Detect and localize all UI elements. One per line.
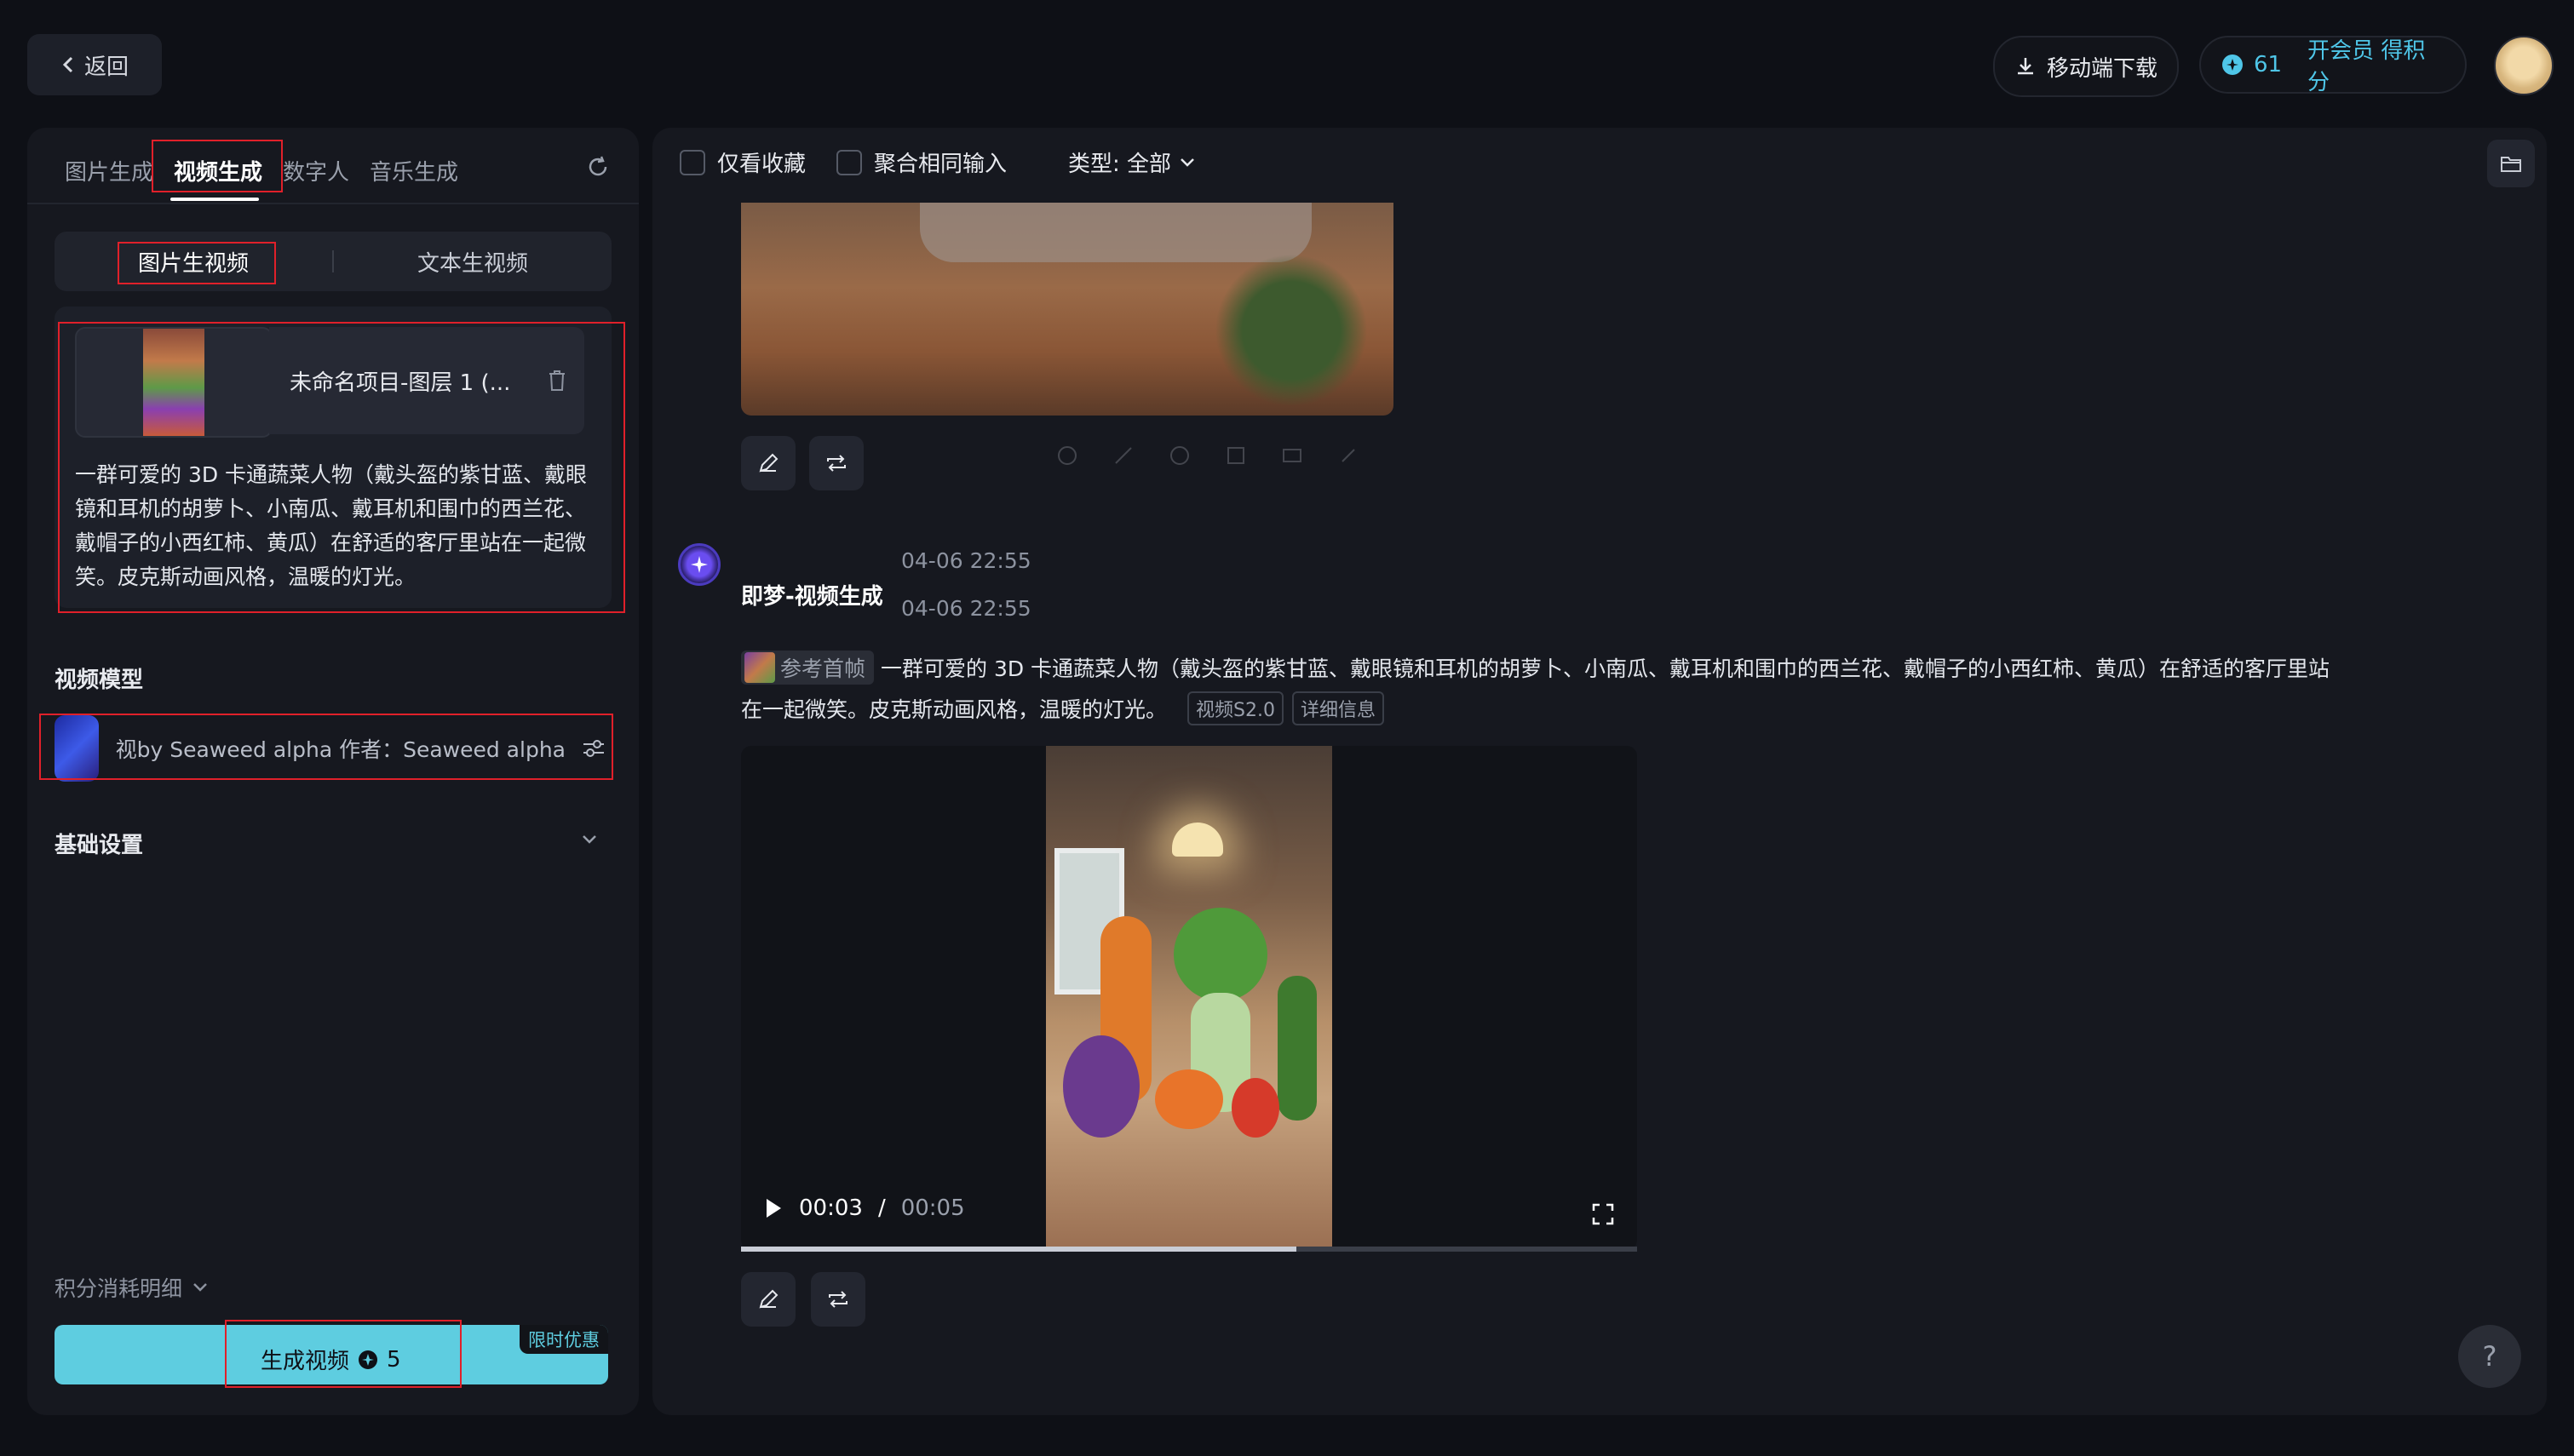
settings-sliders-icon[interactable] bbox=[581, 736, 606, 761]
chevron-down-icon bbox=[191, 1278, 210, 1297]
reference-thumbnail bbox=[143, 329, 204, 436]
credit-count: 61 bbox=[2254, 52, 2283, 77]
reference-frame-chip[interactable]: 参考首帧 bbox=[741, 651, 875, 685]
active-tab-indicator bbox=[170, 198, 259, 201]
credit-detail-label: 积分消耗明细 bbox=[55, 1276, 183, 1301]
faint-tool-icon bbox=[1169, 444, 1191, 467]
credit-coin-icon bbox=[2221, 54, 2244, 76]
tabs-divider bbox=[27, 203, 639, 204]
message-prompt-line-1: 一群可爱的 3D 卡通蔬菜人物（戴头盔的紫甘蓝、戴眼镜和耳机的胡萝卜、小南瓜、戴… bbox=[881, 656, 2330, 681]
cabbage-character bbox=[1063, 1035, 1140, 1138]
tab-video-generation[interactable]: 视频生成 bbox=[164, 146, 273, 194]
trash-icon[interactable] bbox=[547, 369, 567, 393]
plant-graphic bbox=[1215, 254, 1368, 407]
model-selector[interactable]: 视by Seaweed alpha 作者：Seaweed alpha bbox=[49, 712, 606, 785]
pumpkin-character bbox=[1155, 1069, 1223, 1129]
generate-cost: 5 bbox=[387, 1346, 401, 1373]
faint-toolbar bbox=[1056, 444, 1359, 467]
message-prompt-row-2: 在一起微笑。皮克斯动画风格，温暖的灯光。 视频S2.0 详细信息 bbox=[741, 691, 1384, 725]
refresh-icon[interactable] bbox=[581, 150, 615, 184]
tab-digital-human[interactable]: 数字人 bbox=[273, 146, 359, 194]
rug-graphic bbox=[920, 203, 1312, 262]
folder-icon[interactable] bbox=[2487, 140, 2535, 187]
generate-label: 生成视频 bbox=[261, 1349, 350, 1374]
video-model-title: 视频模型 bbox=[55, 668, 144, 693]
tab-music-generation[interactable]: 音乐生成 bbox=[359, 146, 468, 194]
duration: 00:05 bbox=[900, 1195, 965, 1221]
filter-merge-input[interactable]: 聚合相同输入 bbox=[836, 146, 1007, 178]
current-time: 00:03 bbox=[799, 1195, 863, 1221]
bot-avatar-icon bbox=[678, 543, 721, 586]
previous-result-image[interactable] bbox=[741, 203, 1393, 416]
merge-checkbox[interactable] bbox=[836, 149, 862, 175]
video-frame bbox=[1046, 746, 1332, 1250]
vip-link[interactable]: 开会员 得积分 bbox=[2307, 33, 2445, 96]
broccoli-character bbox=[1174, 908, 1267, 1001]
model-thumbnail bbox=[55, 715, 99, 782]
segment-text-to-video[interactable]: 文本生视频 bbox=[334, 232, 612, 291]
image-name: 未命名项目-图层 1 (... bbox=[290, 370, 511, 396]
faint-tool-icon bbox=[1056, 444, 1078, 467]
help-button[interactable]: ? bbox=[2458, 1325, 2521, 1388]
merge-label: 聚合相同输入 bbox=[874, 152, 1008, 177]
favorites-checkbox[interactable] bbox=[680, 149, 705, 175]
avatar[interactable] bbox=[2494, 36, 2554, 95]
back-label: 返回 bbox=[83, 54, 129, 80]
play-icon[interactable] bbox=[763, 1196, 784, 1220]
credit-coin-icon bbox=[358, 1350, 378, 1370]
chevron-down-icon bbox=[1178, 153, 1197, 172]
details-tag[interactable]: 详细信息 bbox=[1291, 691, 1384, 725]
filter-favorites[interactable]: 仅看收藏 bbox=[680, 146, 806, 178]
repeat-icon bbox=[825, 1287, 851, 1311]
segment-image-to-video[interactable]: 图片生视频 bbox=[55, 232, 332, 291]
basic-settings-title[interactable]: 基础设置 bbox=[55, 828, 143, 859]
edit-button[interactable] bbox=[741, 436, 796, 490]
type-filter-dropdown[interactable]: 类型: 全部 bbox=[1068, 146, 1197, 178]
reference-image-upload[interactable] bbox=[75, 327, 273, 438]
video-controls: 00:03 / 00:05 bbox=[763, 1195, 965, 1221]
faint-tool-icon bbox=[1112, 444, 1135, 467]
cucumber-character bbox=[1278, 976, 1317, 1121]
timestamp: 04-06 22:55 bbox=[901, 548, 1031, 573]
mode-segment: 图片生视频 文本生视频 bbox=[55, 232, 612, 291]
repeat-icon bbox=[824, 451, 849, 475]
credit-detail-toggle[interactable]: 积分消耗明细 bbox=[55, 1272, 210, 1303]
message-prompt-line-2: 在一起微笑。皮克斯动画风格，温暖的灯光。 bbox=[741, 697, 1168, 722]
credits-pill[interactable]: 61 开会员 得积分 bbox=[2199, 33, 2467, 96]
generate-label-group: 生成视频 5 bbox=[261, 1344, 401, 1375]
mobile-download-button[interactable]: 移动端下载 bbox=[1993, 36, 2179, 97]
prompt-text[interactable]: 一群可爱的 3D 卡通蔬菜人物（戴头盔的紫甘蓝、戴眼镜和耳机的胡萝卜、小南瓜、戴… bbox=[75, 458, 591, 594]
faint-tool-icon bbox=[1225, 444, 1247, 467]
model-tag: 视频S2.0 bbox=[1187, 691, 1284, 725]
video-progress-fill bbox=[741, 1247, 1296, 1252]
back-button[interactable]: 返回 bbox=[27, 34, 162, 95]
favorites-label: 仅看收藏 bbox=[717, 152, 807, 177]
download-label: 移动端下载 bbox=[2046, 55, 2157, 82]
download-icon bbox=[2014, 55, 2037, 77]
regenerate-button[interactable] bbox=[811, 1272, 865, 1327]
fullscreen-icon[interactable] bbox=[1591, 1202, 1615, 1226]
reference-image-info: 未命名项目-图层 1 (... bbox=[269, 327, 584, 434]
reference-frame-label: 参考首帧 bbox=[780, 656, 866, 681]
bot-name: 即梦-视频生成 bbox=[741, 584, 883, 610]
faint-tool-icon bbox=[1281, 444, 1303, 467]
chevron-left-icon bbox=[60, 55, 76, 74]
reference-frame-thumbnail bbox=[744, 652, 775, 683]
pencil-icon bbox=[756, 451, 780, 475]
tomato-character bbox=[1232, 1078, 1279, 1138]
pencil-icon bbox=[756, 1287, 780, 1311]
chevron-down-icon[interactable] bbox=[579, 829, 600, 850]
edit-button[interactable] bbox=[741, 1272, 796, 1327]
faint-tool-icon bbox=[1337, 444, 1359, 467]
timestamp: 04-06 22:55 bbox=[901, 596, 1031, 621]
time-separator: / bbox=[877, 1195, 886, 1221]
promo-badge: 限时优惠 bbox=[520, 1325, 608, 1354]
model-text: 视by Seaweed alpha 作者：Seaweed alpha bbox=[115, 737, 566, 762]
tab-image-generation[interactable]: 图片生成 bbox=[55, 146, 164, 194]
regenerate-button[interactable] bbox=[809, 436, 864, 490]
generation-tabs: 图片生成 视频生成 数字人 音乐生成 bbox=[55, 146, 468, 194]
type-filter-label: 类型: 全部 bbox=[1068, 152, 1172, 177]
lamp-graphic bbox=[1172, 823, 1223, 857]
